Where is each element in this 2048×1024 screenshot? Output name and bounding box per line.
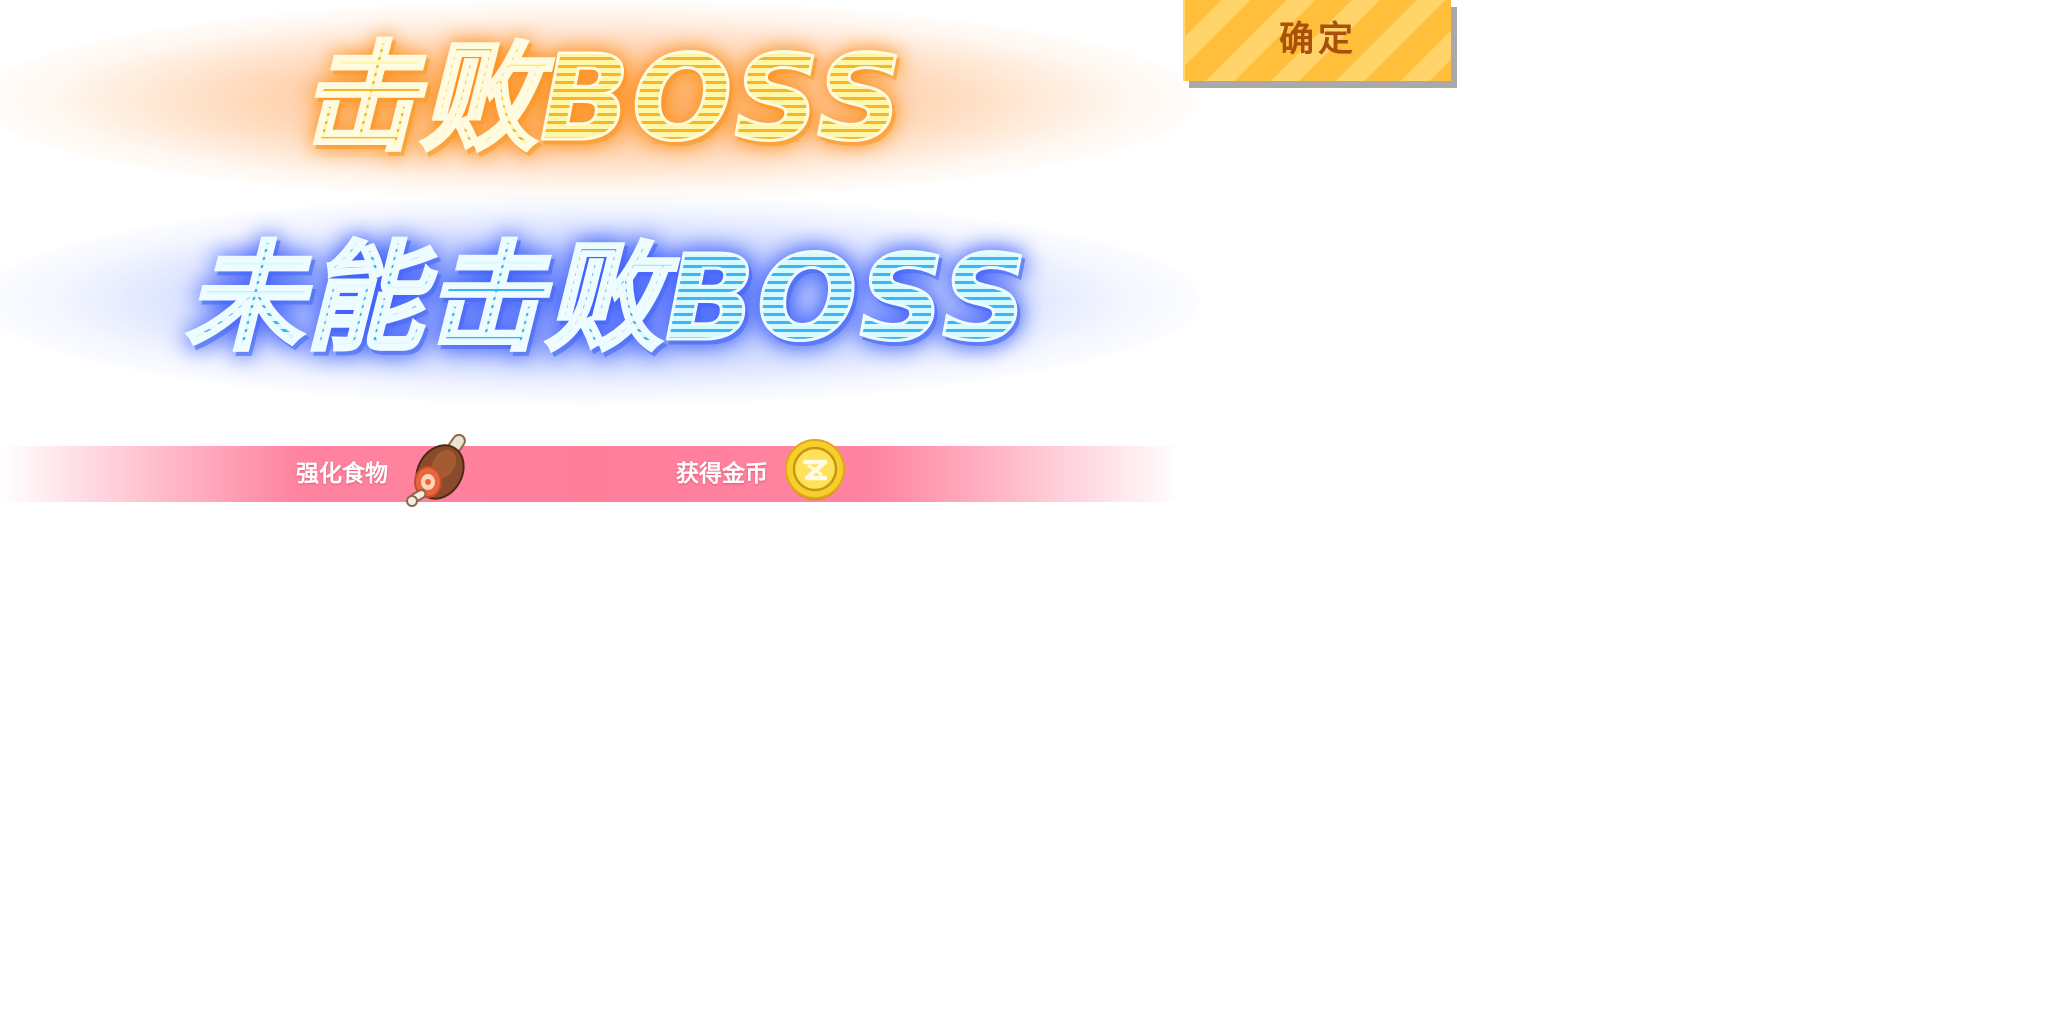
confirm-button[interactable]: 确定: [1183, 0, 1451, 81]
gold-coin-icon: [785, 439, 845, 500]
meat-icon: [406, 434, 466, 507]
victory-title: 击败BOSS: [298, 28, 905, 169]
defeat-title: 未能击败BOSS: [183, 228, 1030, 369]
reward-strip: 强化食物 获得金币: [0, 446, 1180, 502]
reward-food-label: 强化食物: [296, 461, 388, 487]
reward-gold-label: 获得金币: [676, 461, 768, 487]
confirm-button-label: 确定: [1278, 20, 1357, 60]
